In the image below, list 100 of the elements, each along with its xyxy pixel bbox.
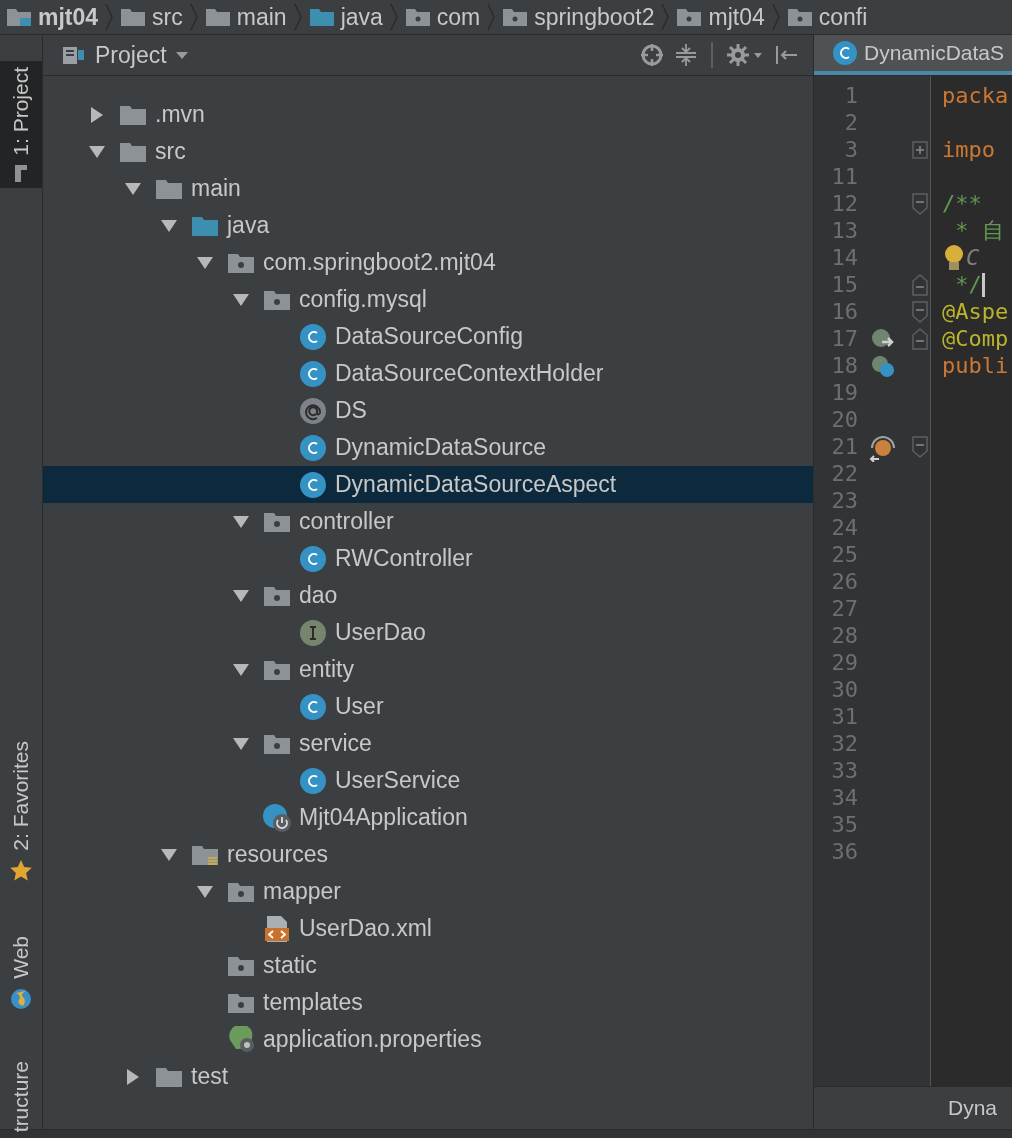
code-text: * 自	[954, 216, 1004, 245]
code-text: impo	[942, 137, 995, 162]
tree-item[interactable]: Mjt04Application	[43, 799, 813, 836]
tree-item[interactable]: mapper	[43, 873, 813, 910]
tree-item[interactable]: config.mysql	[43, 281, 813, 318]
fold-end-icon[interactable]	[911, 273, 929, 296]
project-view-icon	[61, 44, 87, 66]
dropdown-caret-icon[interactable]	[174, 50, 189, 60]
expanded-arrow-icon[interactable]	[160, 847, 178, 862]
line-number: 27	[830, 596, 858, 621]
line-number: 24	[830, 515, 858, 540]
package-icon	[676, 7, 703, 27]
tree-item[interactable]: com.springboot2.mjt04	[43, 244, 813, 281]
tool-window-tab[interactable]: 2: Favorites	[0, 735, 42, 889]
breadcrumb-item[interactable]: mjt04	[38, 3, 99, 31]
tree-item[interactable]: UserService	[43, 762, 813, 799]
class-icon	[299, 692, 327, 721]
tree-item[interactable]: DynamicDataSourceAspect	[43, 466, 813, 503]
expanded-arrow-icon[interactable]	[232, 514, 250, 529]
tree-item[interactable]: templates	[43, 984, 813, 1021]
tree-item[interactable]: entity	[43, 651, 813, 688]
breadcrumb-item[interactable]: src	[152, 3, 183, 31]
interface-icon	[299, 618, 327, 647]
package-icon	[404, 7, 431, 27]
tree-item[interactable]: test	[43, 1058, 813, 1095]
fold-collapse-icon[interactable]	[911, 435, 929, 458]
collapsed-arrow-icon[interactable]	[90, 105, 104, 124]
breadcrumb-item[interactable]: confi	[818, 3, 868, 31]
panel-title[interactable]: Project	[95, 41, 167, 69]
line-number: 15	[830, 272, 858, 297]
fold-collapse-icon[interactable]	[911, 300, 929, 323]
breadcrumb-item[interactable]: main	[236, 3, 287, 31]
tree-item[interactable]: RWController	[43, 540, 813, 577]
breadcrumb-item[interactable]: java	[340, 3, 383, 31]
line-number: 33	[830, 758, 858, 783]
tree-item[interactable]: DataSourceConfig	[43, 318, 813, 355]
bean-class-icon[interactable]	[870, 353, 896, 378]
code-text: @Comp	[942, 326, 1009, 351]
line-number: 20	[830, 407, 858, 432]
breadcrumb-item[interactable]: com	[436, 3, 481, 31]
tree-item[interactable]: DataSourceContextHolder	[43, 355, 813, 392]
tree-item[interactable]: main	[43, 170, 813, 207]
tree-item[interactable]: .mvn	[43, 96, 813, 133]
code-text: packa	[942, 83, 1009, 108]
class-icon	[299, 359, 327, 388]
tree-item[interactable]: java	[43, 207, 813, 244]
tree-item[interactable]: UserDao.xml	[43, 910, 813, 947]
line-number: 35	[830, 812, 858, 837]
expanded-arrow-icon[interactable]	[88, 144, 106, 159]
line-number: 28	[830, 623, 858, 648]
line-number: 12	[830, 191, 858, 216]
fold-end-icon[interactable]	[911, 327, 929, 350]
lightbulb-icon[interactable]	[942, 243, 966, 272]
tree-item[interactable]: service	[43, 725, 813, 762]
settings-icon[interactable]	[725, 42, 765, 68]
tool-window-tab[interactable]: 1: Project	[0, 61, 42, 188]
expanded-arrow-icon[interactable]	[232, 588, 250, 603]
code-text: C	[966, 245, 980, 270]
line-number: 30	[830, 677, 858, 702]
tree-item[interactable]: resources	[43, 836, 813, 873]
tool-window-tab[interactable]: tructure	[0, 1055, 42, 1138]
fold-expand-icon[interactable]	[911, 138, 929, 161]
star-icon	[9, 858, 33, 883]
expanded-arrow-icon[interactable]	[232, 662, 250, 677]
tree-item[interactable]: UserDao	[43, 614, 813, 651]
breadcrumb-item[interactable]: mjt04	[708, 3, 765, 31]
collapse-all-icon[interactable]	[673, 42, 699, 68]
code-text: @Aspe	[942, 299, 1009, 324]
class-icon	[299, 322, 327, 351]
collapsed-arrow-icon[interactable]	[126, 1067, 140, 1086]
application-icon	[262, 802, 292, 833]
tree-item[interactable]: static	[43, 947, 813, 984]
line-number: 2	[843, 110, 858, 135]
line-number: 17	[830, 326, 858, 351]
expanded-arrow-icon[interactable]	[124, 181, 142, 196]
tree-item[interactable]: User	[43, 688, 813, 725]
expanded-arrow-icon[interactable]	[160, 218, 178, 233]
tree-item[interactable]: DynamicDataSource	[43, 429, 813, 466]
line-number: 18	[830, 353, 858, 378]
tool-window-tab[interactable]: Web	[0, 930, 42, 1017]
tree-item[interactable]: application.properties	[43, 1021, 813, 1058]
module-icon	[6, 7, 32, 27]
breadcrumb-item[interactable]: springboot2	[534, 3, 655, 31]
tree-item[interactable]: DS	[43, 392, 813, 429]
expanded-arrow-icon[interactable]	[196, 255, 214, 270]
fold-collapse-icon[interactable]	[911, 192, 929, 215]
line-number: 14	[830, 245, 858, 270]
expanded-arrow-icon[interactable]	[232, 292, 250, 307]
leaf-icon	[227, 1025, 255, 1054]
locate-icon[interactable]	[639, 42, 665, 68]
xml-file-icon	[263, 914, 291, 943]
tree-item[interactable]: controller	[43, 503, 813, 540]
expanded-arrow-icon[interactable]	[232, 736, 250, 751]
line-number: 11	[830, 164, 858, 189]
line-number: 25	[830, 542, 858, 567]
package-icon	[786, 7, 813, 27]
expanded-arrow-icon[interactable]	[196, 884, 214, 899]
editor-tab[interactable]: DynamicDataS	[814, 35, 1012, 75]
tree-item[interactable]: dao	[43, 577, 813, 614]
tree-item[interactable]: src	[43, 133, 813, 170]
